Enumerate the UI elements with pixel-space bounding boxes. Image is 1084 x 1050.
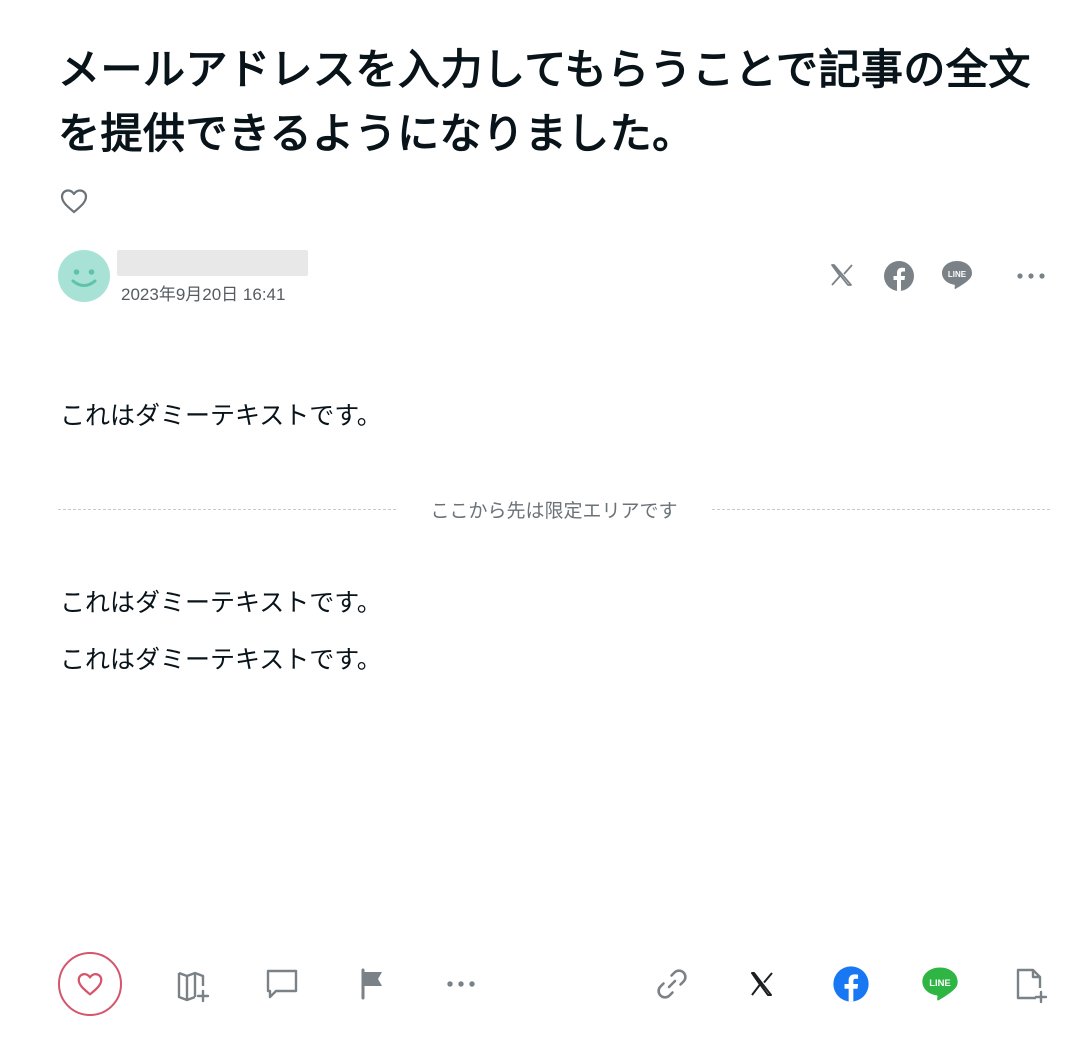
paywall-divider-right (712, 509, 1050, 510)
report-button[interactable] (346, 958, 398, 1010)
paywall-label: ここから先は限定エリアです (430, 500, 678, 522)
share-x-top[interactable] (825, 257, 859, 293)
line-glyph-label: LINE (929, 977, 950, 988)
paragraph-paid: これはダミーテキストです。 (60, 645, 382, 674)
share-facebook-top[interactable] (882, 257, 916, 293)
like-button-top[interactable] (58, 185, 90, 217)
paywall-divider-left (58, 509, 396, 510)
heart-icon (60, 189, 88, 214)
comment-button[interactable] (256, 958, 308, 1010)
heart-icon (77, 973, 103, 996)
share-facebook-button[interactable] (825, 958, 877, 1010)
line-glyph-label: LINE (948, 270, 967, 279)
embed-button[interactable] (1004, 958, 1056, 1010)
more-options-top[interactable] (1014, 257, 1048, 293)
comment-icon (266, 969, 298, 999)
share-x-button[interactable] (736, 958, 788, 1010)
x-icon (751, 972, 773, 996)
facebook-icon (833, 966, 869, 1002)
share-line-button[interactable]: LINE (914, 958, 966, 1010)
post-date: 2023年9月20日 16:41 (121, 285, 286, 304)
more-options-bottom[interactable] (435, 958, 487, 1010)
more-icon (447, 981, 475, 987)
add-to-magazine-button[interactable] (168, 958, 220, 1010)
author-avatar[interactable] (58, 250, 110, 302)
magazine-add-icon (177, 971, 210, 1003)
link-icon (657, 969, 687, 999)
article-title: メールアドレスを入力してもらうことで記事の全文を提供できるようになりました。 (58, 45, 1031, 158)
flag-icon (361, 968, 382, 1000)
smiley-avatar-icon (58, 250, 110, 302)
copy-link-button[interactable] (646, 958, 698, 1010)
x-icon (831, 264, 853, 286)
line-icon: LINE (922, 967, 958, 1001)
paragraph-paid: これはダミーテキストです。 (60, 588, 382, 617)
share-line-top[interactable]: LINE (940, 257, 974, 293)
more-icon (1017, 273, 1045, 279)
embed-add-icon (1016, 968, 1048, 1004)
like-button[interactable] (58, 952, 122, 1016)
author-name[interactable] (117, 250, 308, 276)
paragraph-free: これはダミーテキストです。 (60, 401, 382, 430)
facebook-icon (884, 261, 914, 291)
line-icon: LINE (942, 261, 972, 289)
